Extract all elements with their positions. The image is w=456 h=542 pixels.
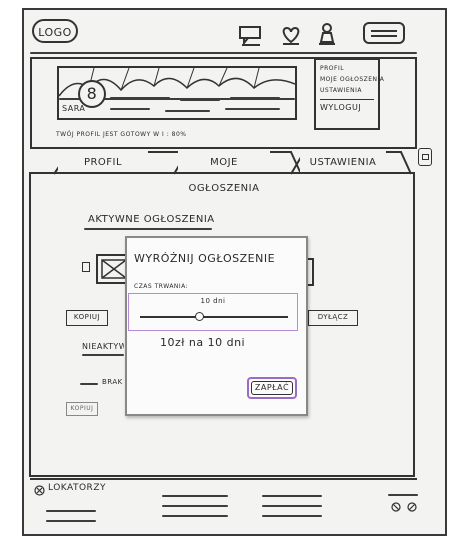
account-dropdown: PROFIL MOJE OGŁOSZENIA USTAWIENIA WYLOGU… bbox=[314, 58, 384, 130]
dropdown-item-profile[interactable]: PROFIL bbox=[320, 63, 374, 74]
inactive-listings-title: NIEAKTYWNE bbox=[82, 342, 124, 351]
listing-checkbox[interactable] bbox=[82, 262, 90, 272]
modal-title: WYRÓŻNIJ OGŁOSZENIE bbox=[134, 252, 276, 265]
draft-label: BRAK bbox=[102, 378, 123, 386]
profile-name: SARA bbox=[62, 104, 86, 113]
duration-slider-thumb[interactable] bbox=[194, 312, 204, 321]
menu-button[interactable] bbox=[363, 22, 405, 44]
close-circle-icon bbox=[34, 483, 45, 501]
dropdown-item-settings[interactable]: USTAWIENIA bbox=[320, 85, 374, 96]
footer-brand: LOKATORZY bbox=[48, 483, 106, 493]
copy-inactive-button[interactable]: KOPIUJ bbox=[66, 402, 98, 416]
user-icon[interactable] bbox=[318, 22, 336, 51]
logo[interactable]: LOGO bbox=[32, 19, 78, 43]
chat-side-icon[interactable] bbox=[418, 148, 432, 166]
dropdown-item-my-listings[interactable]: MOJE OGŁOSZENIA bbox=[320, 74, 384, 85]
heart-icon[interactable] bbox=[280, 24, 302, 51]
duration-slider-track[interactable] bbox=[140, 316, 288, 318]
active-listings-title: AKTYWNE OGŁOSZENIA bbox=[88, 214, 215, 225]
pay-button[interactable]: ZAPŁAĆ bbox=[247, 377, 297, 399]
profile-completion-note: TWÓJ PROFIL JEST GOTOWY W I : 80% bbox=[56, 131, 187, 138]
copy-button[interactable]: KOPIUJ bbox=[66, 310, 108, 326]
price-text: 10zł na 10 dni bbox=[160, 336, 246, 349]
logout-button[interactable]: WYLOGUJ bbox=[320, 99, 374, 113]
disable-button[interactable]: DYŁĄCZ bbox=[308, 310, 358, 326]
chat-icon[interactable] bbox=[238, 25, 264, 52]
duration-label: CZAS TRWANIA: bbox=[134, 283, 189, 290]
slider-value-label: 10 dni bbox=[200, 297, 226, 305]
social-icons[interactable] bbox=[390, 500, 420, 518]
